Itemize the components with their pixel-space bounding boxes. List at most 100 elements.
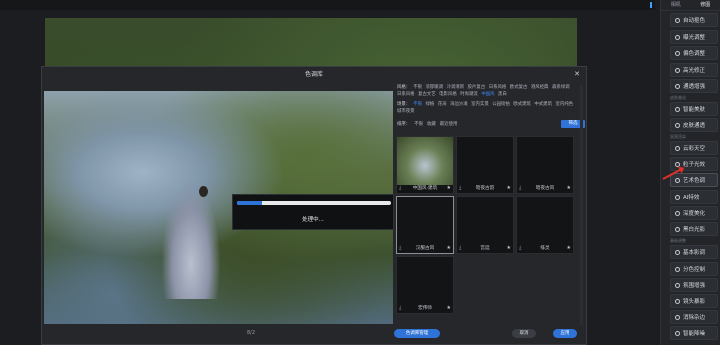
panel-item-label: 偏色调整	[683, 51, 706, 57]
panel-item-skin-clear[interactable]: 皮肤通透	[670, 118, 718, 132]
style-option[interactable]: 电影风格	[439, 92, 457, 99]
tone-tile-footer: ⤓ 绯灵 ★	[517, 243, 573, 253]
panel-item-label: AI特效	[683, 195, 700, 201]
tone-tile-footer: ⤓ 暗夜古风 ★	[517, 183, 573, 193]
tone-tile-footer: ⤓ 宫廷 ★	[457, 243, 513, 253]
tone-name: 绯灵	[540, 246, 550, 251]
scene-option[interactable]: 室内实景	[471, 102, 489, 109]
tone-thumbnail	[397, 197, 453, 245]
cancel-button[interactable]: 取消	[512, 329, 536, 338]
style-option[interactable]: 时尚潮流	[460, 92, 478, 99]
sort-option[interactable]: 最近使用	[440, 121, 458, 127]
sort-option[interactable]: 收藏	[427, 121, 436, 127]
panel-item-deep-beauty[interactable]: 深度美化	[670, 206, 718, 220]
panel-item-label: 深度美化	[683, 211, 706, 217]
section-ambience: 氛围渲染	[670, 134, 686, 139]
star-icon[interactable]: ★	[445, 185, 451, 191]
style-option[interactable]: 黑白	[498, 92, 507, 99]
figure-head	[199, 186, 208, 197]
style-option[interactable]: 港风经典	[531, 85, 549, 92]
page-indicator: 8/2	[247, 330, 256, 336]
panel-item-tone[interactable]: 基本影调	[670, 245, 718, 259]
color-cast-icon	[675, 50, 680, 56]
tone-name: 暗夜古风	[535, 186, 555, 191]
panel-item-highlight[interactable]: 高光修正	[670, 63, 718, 77]
panel-item-lens[interactable]: 镜头暴影	[670, 294, 718, 308]
panel-item-label: 镜头暴影	[683, 299, 706, 305]
tone-tile-footer: ⤓ 中国风·建筑 ★	[397, 183, 453, 193]
scene-option[interactable]: 海边沙滩	[450, 102, 468, 109]
tone-tile[interactable]: ⤓ 宏伟师 ★	[396, 256, 454, 314]
panel-item-color-cast[interactable]: 偏色调整	[670, 46, 718, 60]
deep-beauty-icon	[675, 210, 680, 216]
panel-item-auto-color[interactable]: 自动抠色	[670, 13, 718, 27]
tone-name: 中国风·建筑	[412, 186, 438, 191]
art-tone-icon	[675, 177, 680, 183]
scene-option[interactable]: 绿植	[425, 102, 434, 109]
tone-name: 汉服古风	[415, 246, 435, 251]
star-icon[interactable]: ★	[565, 245, 571, 251]
star-icon[interactable]: ★	[565, 185, 571, 191]
panel-item-label: 基本影调	[683, 250, 706, 256]
star-icon[interactable]: ★	[505, 245, 511, 251]
style-option[interactable]: 复古文艺	[418, 92, 436, 99]
style-option[interactable]: 森系绿调	[552, 85, 570, 92]
panel-item-smart-beauty[interactable]: 智能美肤	[670, 102, 718, 116]
tone-tile[interactable]: ⤓ 汉服古风 ★	[396, 196, 454, 254]
sort-option[interactable]: 不限	[414, 121, 423, 127]
lens-icon	[675, 298, 680, 304]
apply-button[interactable]: 应用	[553, 329, 577, 338]
hsl-icon	[675, 266, 680, 272]
scene-option[interactable]: 室内纯色	[555, 102, 573, 109]
tone-tile[interactable]: ⤓ 暗夜古风 ★	[516, 136, 574, 194]
panel-item-hsl[interactable]: 分色控制	[670, 262, 718, 276]
tab-retouch[interactable]: 修图	[691, 0, 720, 10]
panel-item-denoise[interactable]: 智能降噪	[670, 326, 718, 340]
grid-scrollbar[interactable]	[580, 85, 583, 325]
tone-tile[interactable]: ⤓ 宫廷 ★	[456, 196, 514, 254]
scene-option[interactable]: 花海	[438, 102, 447, 109]
tone-library-manage-button[interactable]: 色调库管理	[394, 329, 440, 338]
panel-item-ambience[interactable]: 氛围增强	[670, 278, 718, 292]
ai-effect-icon	[675, 194, 680, 200]
panel-item-art-tone[interactable]: 艺术色调	[670, 173, 718, 187]
panel-item-label: 智能降噪	[683, 331, 706, 337]
tone-tile-footer: ⤓ 宏伟师 ★	[397, 303, 453, 313]
tone-tile[interactable]: ⤓ 中国风·建筑 ★	[396, 136, 454, 194]
tone-tile[interactable]: ⤓ 暗夜古韵 ★	[456, 136, 514, 194]
panel-item-defringe[interactable]: 消除杂边	[670, 310, 718, 324]
tone-library-dialog: 色调库 ✕ 处理中... 风格： 不限 浓郁暖调 冷调清新 胶片复古 日系风格 欧式复古港…	[41, 66, 587, 345]
panel-item-ai-effect[interactable]: AI特效	[670, 190, 718, 204]
tone-tile[interactable]: ⤓ 绯灵 ★	[516, 196, 574, 254]
sort-label: 排序：	[397, 121, 411, 127]
highlight-icon	[675, 67, 680, 73]
progress-label: 处理中...	[302, 217, 324, 223]
tab-camera[interactable]: 相机	[661, 0, 691, 10]
close-icon[interactable]: ✕	[574, 70, 580, 78]
auto-color-icon	[675, 17, 680, 23]
exposure-icon	[675, 34, 680, 40]
style-option[interactable]: 日系风格	[397, 92, 415, 99]
panel-item-sky[interactable]: 云彩天空	[670, 141, 718, 155]
progress-fill	[237, 201, 262, 205]
tone-thumbnail	[517, 137, 573, 185]
panel-item-exposure[interactable]: 曝光调整	[670, 30, 718, 44]
section-skin: 皮肤美化	[670, 95, 686, 100]
tone-thumbnail	[457, 137, 513, 185]
panel-item-label: 智能美肤	[683, 107, 706, 113]
style-option[interactable]: 欧式复古	[510, 85, 528, 92]
scene-option[interactable]: 欧式建筑	[513, 102, 531, 109]
scene-option[interactable]: 公园街拍	[492, 102, 510, 109]
progress-overlay: 处理中...	[232, 194, 394, 230]
scene-option[interactable]: 城市夜景	[397, 109, 415, 116]
bw-light-icon	[675, 226, 680, 232]
scene-option[interactable]: 中式建筑	[534, 102, 552, 109]
star-icon[interactable]: ★	[445, 245, 451, 251]
clarity-icon	[675, 83, 680, 89]
panel-item-bw-light[interactable]: 黑白光影	[670, 222, 718, 236]
panel-item-clarity[interactable]: 通透增强	[670, 79, 718, 93]
star-icon[interactable]: ★	[445, 305, 451, 311]
star-icon[interactable]: ★	[505, 185, 511, 191]
style-option[interactable]: 中国风	[481, 92, 494, 99]
tone-thumbnail	[517, 197, 573, 245]
